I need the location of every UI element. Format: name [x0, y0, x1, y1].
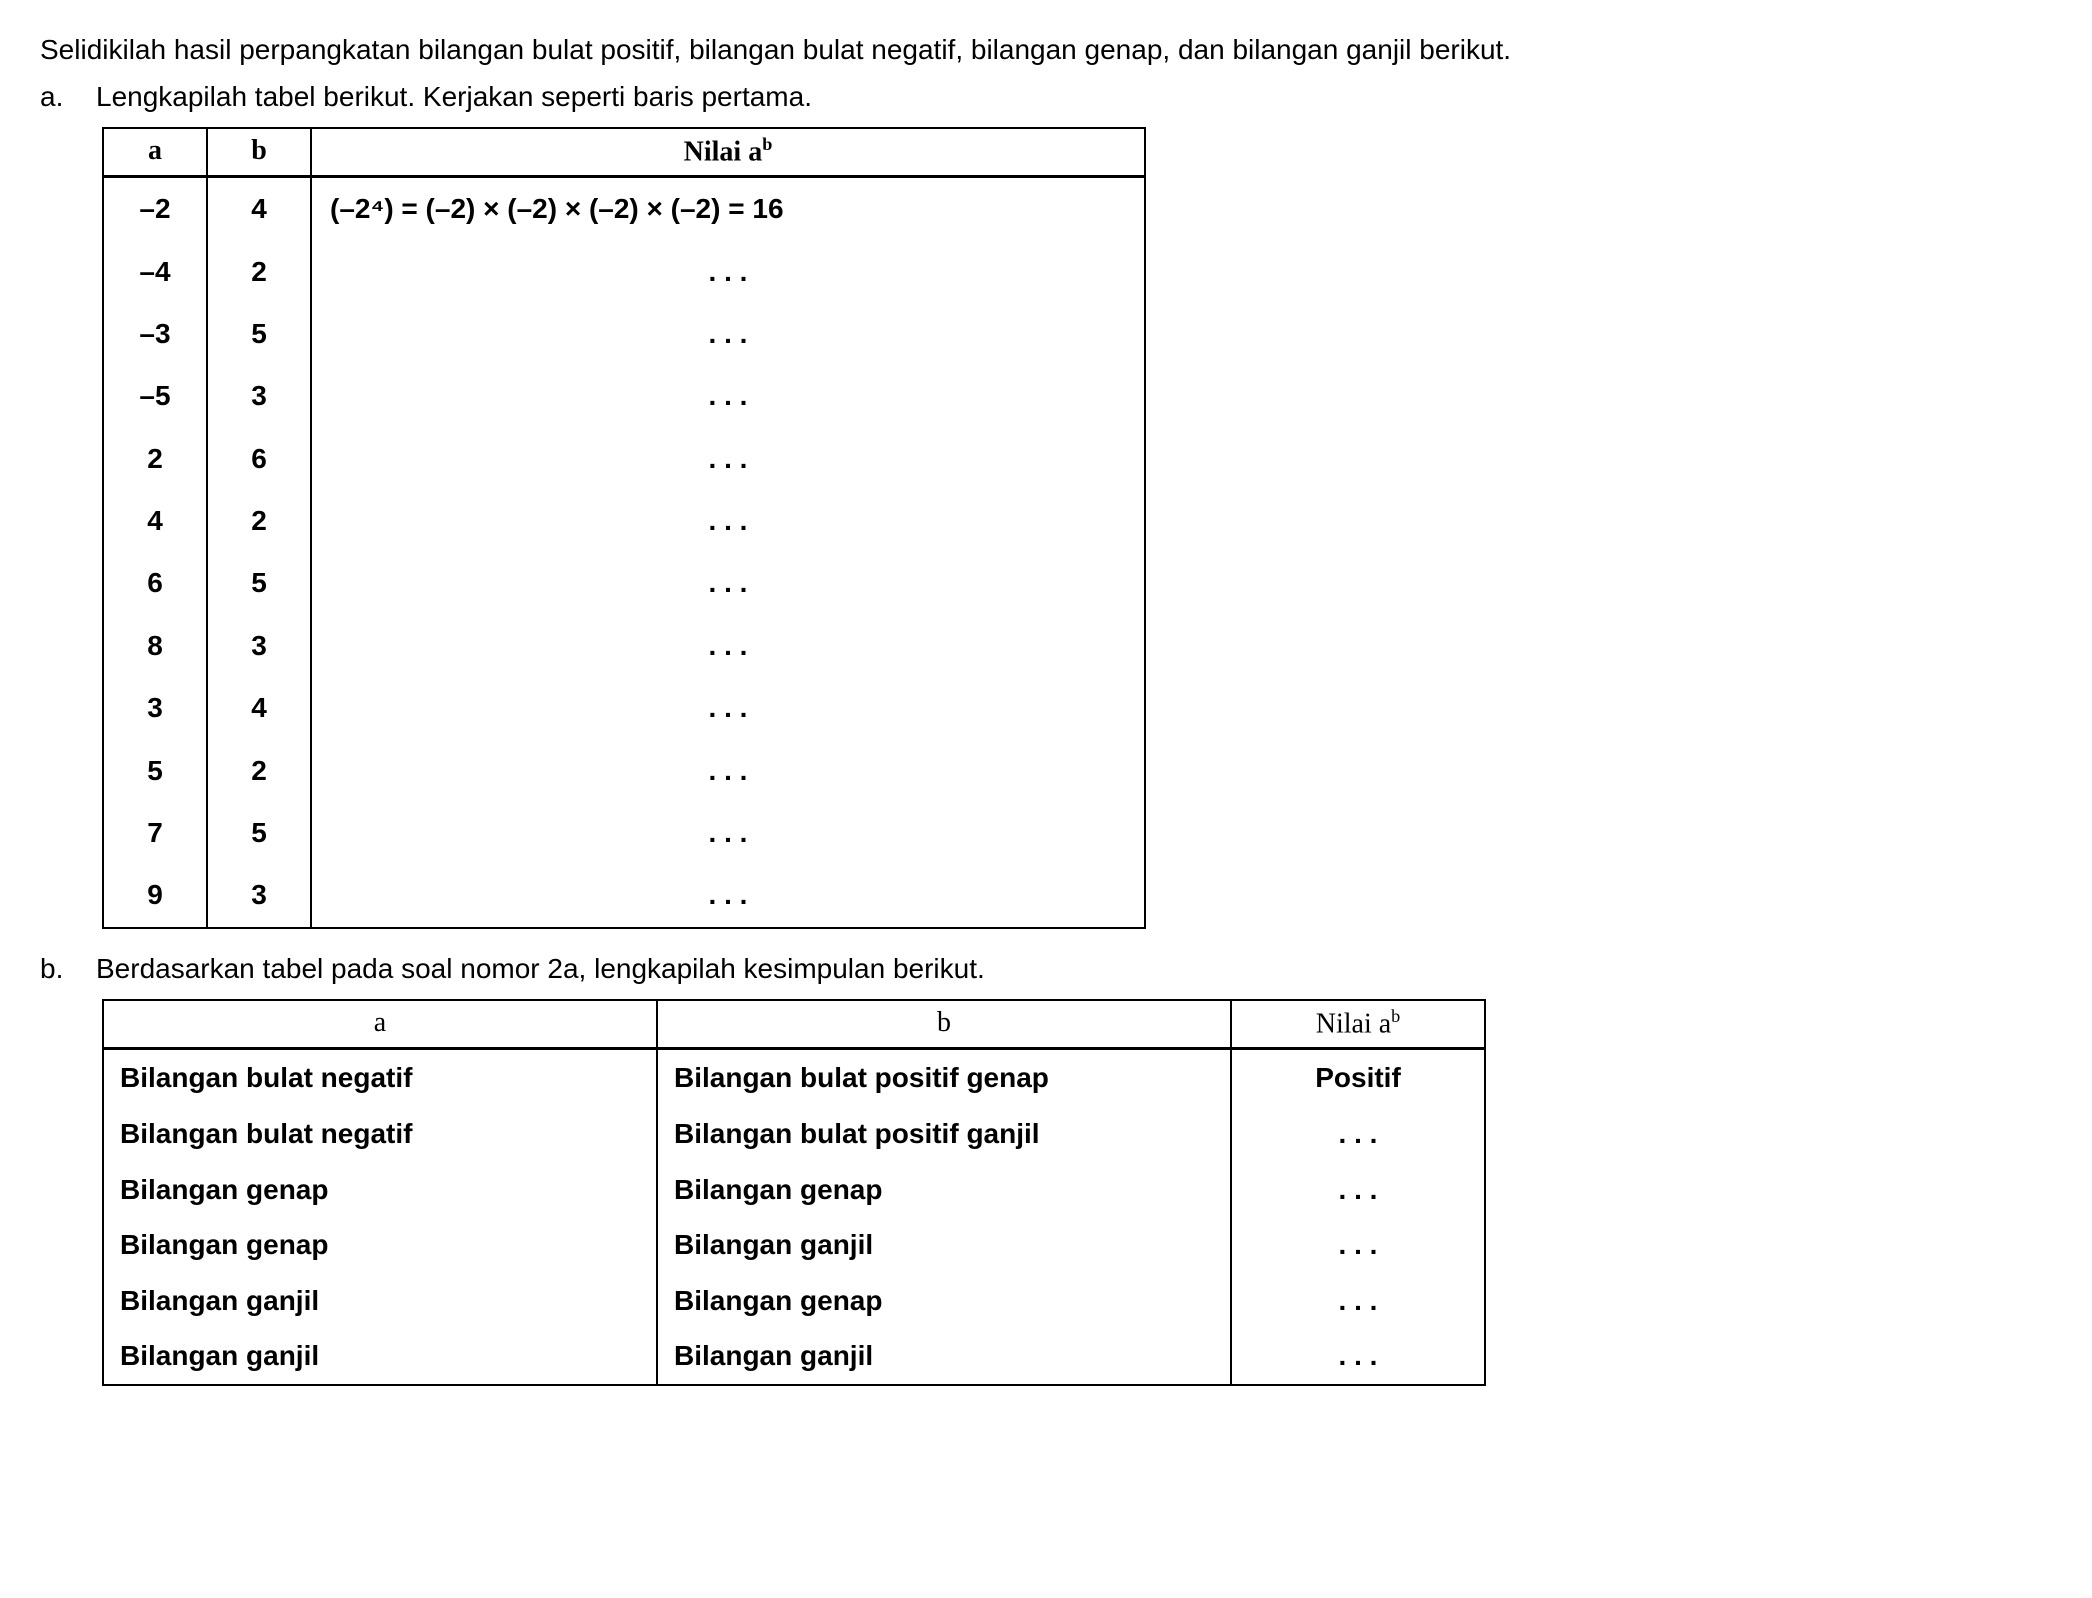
- table2-cell-c: . . .: [1231, 1162, 1485, 1218]
- table-row: –42. . .: [103, 241, 1145, 303]
- table2-header-b: b: [657, 1000, 1231, 1048]
- table2-cell-b: Bilangan bulat positif genap: [657, 1049, 1231, 1106]
- table1-cell-c: . . .: [311, 802, 1145, 864]
- table1-cell-b: 2: [207, 490, 311, 552]
- table-row: 83. . .: [103, 615, 1145, 677]
- table-row: Bilangan ganjilBilangan genap. . .: [103, 1273, 1485, 1329]
- table1-cell-a: 2: [103, 428, 207, 490]
- table1-cell-c: . . .: [311, 740, 1145, 802]
- table1: a b Nilai ab –24(–2⁴) = (–2) × (–2) × (–…: [102, 127, 1146, 929]
- table1-cell-a: 8: [103, 615, 207, 677]
- table1-cell-c: . . .: [311, 864, 1145, 927]
- table1-cell-b: 5: [207, 303, 311, 365]
- item-b-text: Berdasarkan tabel pada soal nomor 2a, le…: [96, 949, 985, 990]
- table1-cell-b: 2: [207, 241, 311, 303]
- table2-cell-b: Bilangan bulat positif ganjil: [657, 1106, 1231, 1162]
- item-b-label: b.: [40, 949, 76, 990]
- table1-cell-a: 4: [103, 490, 207, 552]
- table-row: 34. . .: [103, 677, 1145, 739]
- table1-cell-a: –2: [103, 177, 207, 241]
- table2-cell-b: Bilangan ganjil: [657, 1217, 1231, 1273]
- table1-cell-a: 5: [103, 740, 207, 802]
- header2-c-prefix: Nilai a: [1316, 1009, 1391, 1040]
- table2-wrapper: a b Nilai ab Bilangan bulat negatifBilan…: [102, 999, 2052, 1385]
- table-row: –24(–2⁴) = (–2) × (–2) × (–2) × (–2) = 1…: [103, 177, 1145, 241]
- table1-cell-c: (–2⁴) = (–2) × (–2) × (–2) × (–2) = 16: [311, 177, 1145, 241]
- table-row: 65. . .: [103, 552, 1145, 614]
- item-a-text: Lengkapilah tabel berikut. Kerjakan sepe…: [96, 77, 812, 118]
- table1-cell-b: 3: [207, 864, 311, 927]
- table2-header-c: Nilai ab: [1231, 1000, 1485, 1048]
- table-row: Bilangan genapBilangan genap. . .: [103, 1162, 1485, 1218]
- header-c-prefix: Nilai a: [684, 137, 763, 168]
- table1-cell-c: . . .: [311, 677, 1145, 739]
- table1-header-c: Nilai ab: [311, 128, 1145, 176]
- table1-cell-b: 5: [207, 552, 311, 614]
- table-row: 42. . .: [103, 490, 1145, 552]
- table1-cell-b: 5: [207, 802, 311, 864]
- item-b: b. Berdasarkan tabel pada soal nomor 2a,…: [40, 949, 2052, 990]
- table2-cell-c: . . .: [1231, 1217, 1485, 1273]
- table2-cell-c: . . .: [1231, 1273, 1485, 1329]
- header-c-sup: b: [762, 134, 772, 154]
- table2-cell-a: Bilangan ganjil: [103, 1273, 657, 1329]
- table1-cell-b: 3: [207, 365, 311, 427]
- table-row: Bilangan bulat negatifBilangan bulat pos…: [103, 1049, 1485, 1106]
- item-a-label: a.: [40, 77, 76, 118]
- table1-cell-b: 6: [207, 428, 311, 490]
- table1-cell-b: 3: [207, 615, 311, 677]
- table2-header-a: a: [103, 1000, 657, 1048]
- intro-text: Selidikilah hasil perpangkatan bilangan …: [40, 30, 2052, 71]
- table-row: 93. . .: [103, 864, 1145, 927]
- table1-cell-c: . . .: [311, 552, 1145, 614]
- table2-cell-a: Bilangan ganjil: [103, 1328, 657, 1385]
- table-row: Bilangan bulat negatifBilangan bulat pos…: [103, 1106, 1485, 1162]
- table1-cell-a: 9: [103, 864, 207, 927]
- table1-wrapper: a b Nilai ab –24(–2⁴) = (–2) × (–2) × (–…: [102, 127, 2052, 929]
- table2-cell-c: . . .: [1231, 1328, 1485, 1385]
- table2-cell-a: Bilangan genap: [103, 1217, 657, 1273]
- table2-cell-b: Bilangan genap: [657, 1162, 1231, 1218]
- table1-header-a: a: [103, 128, 207, 176]
- table2-cell-a: Bilangan bulat negatif: [103, 1049, 657, 1106]
- table-row: 26. . .: [103, 428, 1145, 490]
- table-row: –53. . .: [103, 365, 1145, 427]
- table-row: –35. . .: [103, 303, 1145, 365]
- table-row: Bilangan genapBilangan ganjil. . .: [103, 1217, 1485, 1273]
- table1-cell-b: 4: [207, 677, 311, 739]
- header2-c-sup: b: [1391, 1006, 1400, 1026]
- table1-cell-c: . . .: [311, 615, 1145, 677]
- table1-cell-b: 4: [207, 177, 311, 241]
- table2: a b Nilai ab Bilangan bulat negatifBilan…: [102, 999, 1486, 1385]
- table-row: Bilangan ganjilBilangan ganjil. . .: [103, 1328, 1485, 1385]
- table1-cell-c: . . .: [311, 303, 1145, 365]
- table1-cell-c: . . .: [311, 490, 1145, 552]
- table1-cell-c: . . .: [311, 241, 1145, 303]
- table1-cell-a: 6: [103, 552, 207, 614]
- table1-cell-a: –5: [103, 365, 207, 427]
- table2-cell-a: Bilangan bulat negatif: [103, 1106, 657, 1162]
- table-row: 75. . .: [103, 802, 1145, 864]
- table1-cell-a: –4: [103, 241, 207, 303]
- table2-cell-a: Bilangan genap: [103, 1162, 657, 1218]
- table1-cell-c: . . .: [311, 428, 1145, 490]
- table1-cell-c: . . .: [311, 365, 1145, 427]
- table2-cell-c: . . .: [1231, 1106, 1485, 1162]
- table2-cell-b: Bilangan ganjil: [657, 1328, 1231, 1385]
- table-row: 52. . .: [103, 740, 1145, 802]
- table1-cell-a: –3: [103, 303, 207, 365]
- table1-cell-a: 3: [103, 677, 207, 739]
- table1-cell-a: 7: [103, 802, 207, 864]
- table2-cell-b: Bilangan genap: [657, 1273, 1231, 1329]
- item-a: a. Lengkapilah tabel berikut. Kerjakan s…: [40, 77, 2052, 118]
- table1-header-b: b: [207, 128, 311, 176]
- table1-cell-b: 2: [207, 740, 311, 802]
- table2-cell-c: Positif: [1231, 1049, 1485, 1106]
